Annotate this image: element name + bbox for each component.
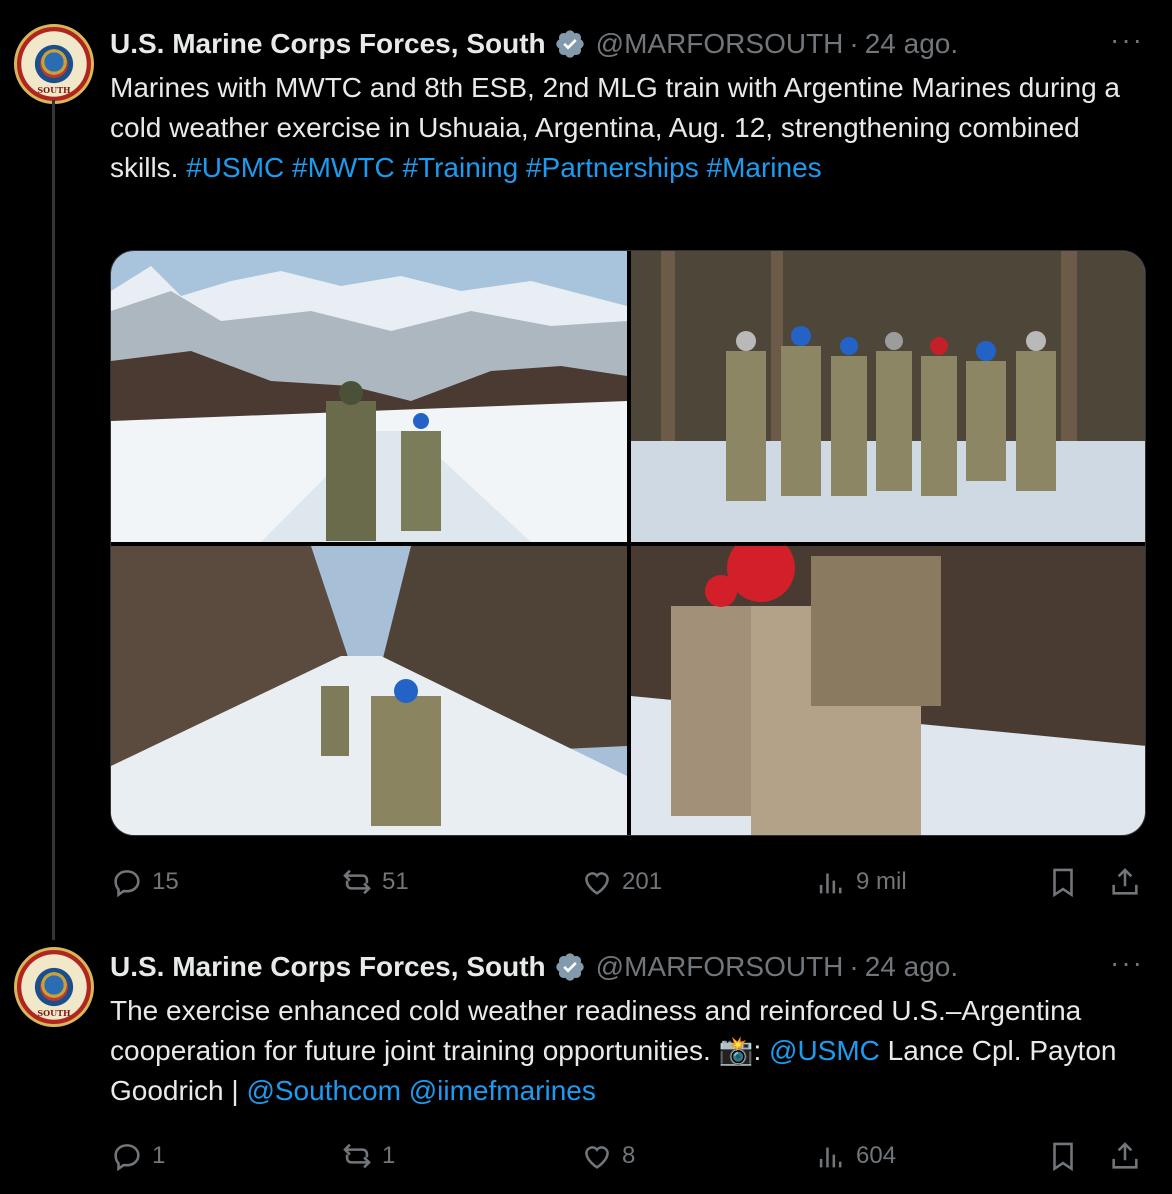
thread-line xyxy=(52,100,55,940)
share-icon xyxy=(1112,868,1138,895)
like-button[interactable]: 8 xyxy=(580,1139,635,1173)
author-handle[interactable]: @MARFORSOUTH xyxy=(596,951,844,983)
photo-group-forest[interactable] xyxy=(631,251,1145,542)
repost-button[interactable]: 1 xyxy=(340,1139,395,1173)
tweet-2[interactable]: SOUTH U.S. Marine Corps Forces, South @M… xyxy=(0,930,1172,1194)
like-count: 201 xyxy=(622,868,663,895)
hashtag-mwtc[interactable]: #MWTC xyxy=(292,152,395,183)
author-name[interactable]: U.S. Marine Corps Forces, South xyxy=(110,951,546,983)
views-count: 9 mil xyxy=(856,868,907,895)
repost-icon xyxy=(343,869,371,895)
reply-count: 15 xyxy=(152,868,179,895)
mention-usmc[interactable]: @USMC xyxy=(769,1035,880,1066)
views-count: 604 xyxy=(856,1142,897,1169)
tweet-text: The exercise enhanced cold weather readi… xyxy=(110,991,1120,1111)
mention-iimefmarines[interactable]: @iimefmarines xyxy=(409,1075,596,1106)
avatar[interactable]: SOUTH xyxy=(14,947,94,1027)
like-button[interactable]: 201 xyxy=(580,865,662,899)
author-handle[interactable]: @MARFORSOUTH xyxy=(596,28,844,60)
timestamp[interactable]: 24 ago. xyxy=(865,951,958,983)
repost-count: 1 xyxy=(382,1142,396,1169)
hashtag-partnerships[interactable]: #Partnerships xyxy=(526,152,699,183)
tweet-1[interactable]: SOUTH U.S. Marine Corps Forces, South @M… xyxy=(0,0,1172,940)
avatar-seal-text: SOUTH xyxy=(37,85,71,95)
tweet-header: U.S. Marine Corps Forces, South @MARFORS… xyxy=(110,947,1158,987)
tweet-text: Marines with MWTC and 8th ESB, 2nd MLG t… xyxy=(110,68,1120,188)
views-icon xyxy=(819,873,842,894)
hashtag-usmc[interactable]: #USMC xyxy=(186,152,284,183)
separator-dot: · xyxy=(849,951,859,982)
tweet-actions: 1 1 8 604 xyxy=(110,1136,1158,1176)
bookmark-icon xyxy=(1053,1142,1073,1172)
more-options-icon[interactable]: ··· xyxy=(1110,24,1144,56)
photo-mountain-trail[interactable] xyxy=(111,251,627,542)
bookmark-button[interactable] xyxy=(1046,1139,1080,1173)
views-icon xyxy=(819,1147,842,1168)
timestamp[interactable]: 24 ago. xyxy=(865,28,958,60)
bookmark-icon xyxy=(1053,868,1073,898)
heart-icon xyxy=(585,1146,609,1169)
repost-icon xyxy=(343,1143,371,1169)
mention-southcom[interactable]: @Southcom xyxy=(246,1075,401,1106)
more-options-icon[interactable]: ··· xyxy=(1110,947,1144,979)
verified-badge-icon xyxy=(555,953,584,981)
tweet-header: U.S. Marine Corps Forces, South @MARFORS… xyxy=(110,24,1158,64)
hashtag-training[interactable]: #Training xyxy=(402,152,518,183)
views-button[interactable]: 9 mil xyxy=(814,865,907,899)
share-button[interactable] xyxy=(1108,1139,1142,1173)
repost-button[interactable]: 51 xyxy=(340,865,409,899)
reply-button[interactable]: 1 xyxy=(110,1139,165,1173)
share-button[interactable] xyxy=(1108,865,1142,899)
media-grid xyxy=(110,250,1146,836)
photo-red-helmets[interactable] xyxy=(631,546,1145,835)
verified-badge-icon xyxy=(555,30,584,58)
tweet-actions: 15 51 201 9 mil xyxy=(110,862,1158,902)
separator-dot: · xyxy=(849,28,859,59)
author-name[interactable]: U.S. Marine Corps Forces, South xyxy=(110,28,546,60)
reply-icon xyxy=(114,1144,140,1172)
reply-icon xyxy=(114,870,140,898)
emblem-icon xyxy=(39,47,69,77)
avatar[interactable]: SOUTH xyxy=(14,24,94,104)
heart-icon xyxy=(585,872,609,895)
emblem-icon xyxy=(39,970,69,1000)
bookmark-button[interactable] xyxy=(1046,865,1080,899)
repost-count: 51 xyxy=(382,868,409,895)
reply-count: 1 xyxy=(152,1142,166,1169)
like-count: 8 xyxy=(622,1142,636,1169)
views-button[interactable]: 604 xyxy=(814,1139,896,1173)
reply-button[interactable]: 15 xyxy=(110,865,179,899)
share-icon xyxy=(1112,1142,1138,1169)
avatar-seal-text: SOUTH xyxy=(37,1008,71,1018)
photo-snowy-path[interactable] xyxy=(111,546,627,835)
hashtag-marines[interactable]: #Marines xyxy=(707,152,822,183)
